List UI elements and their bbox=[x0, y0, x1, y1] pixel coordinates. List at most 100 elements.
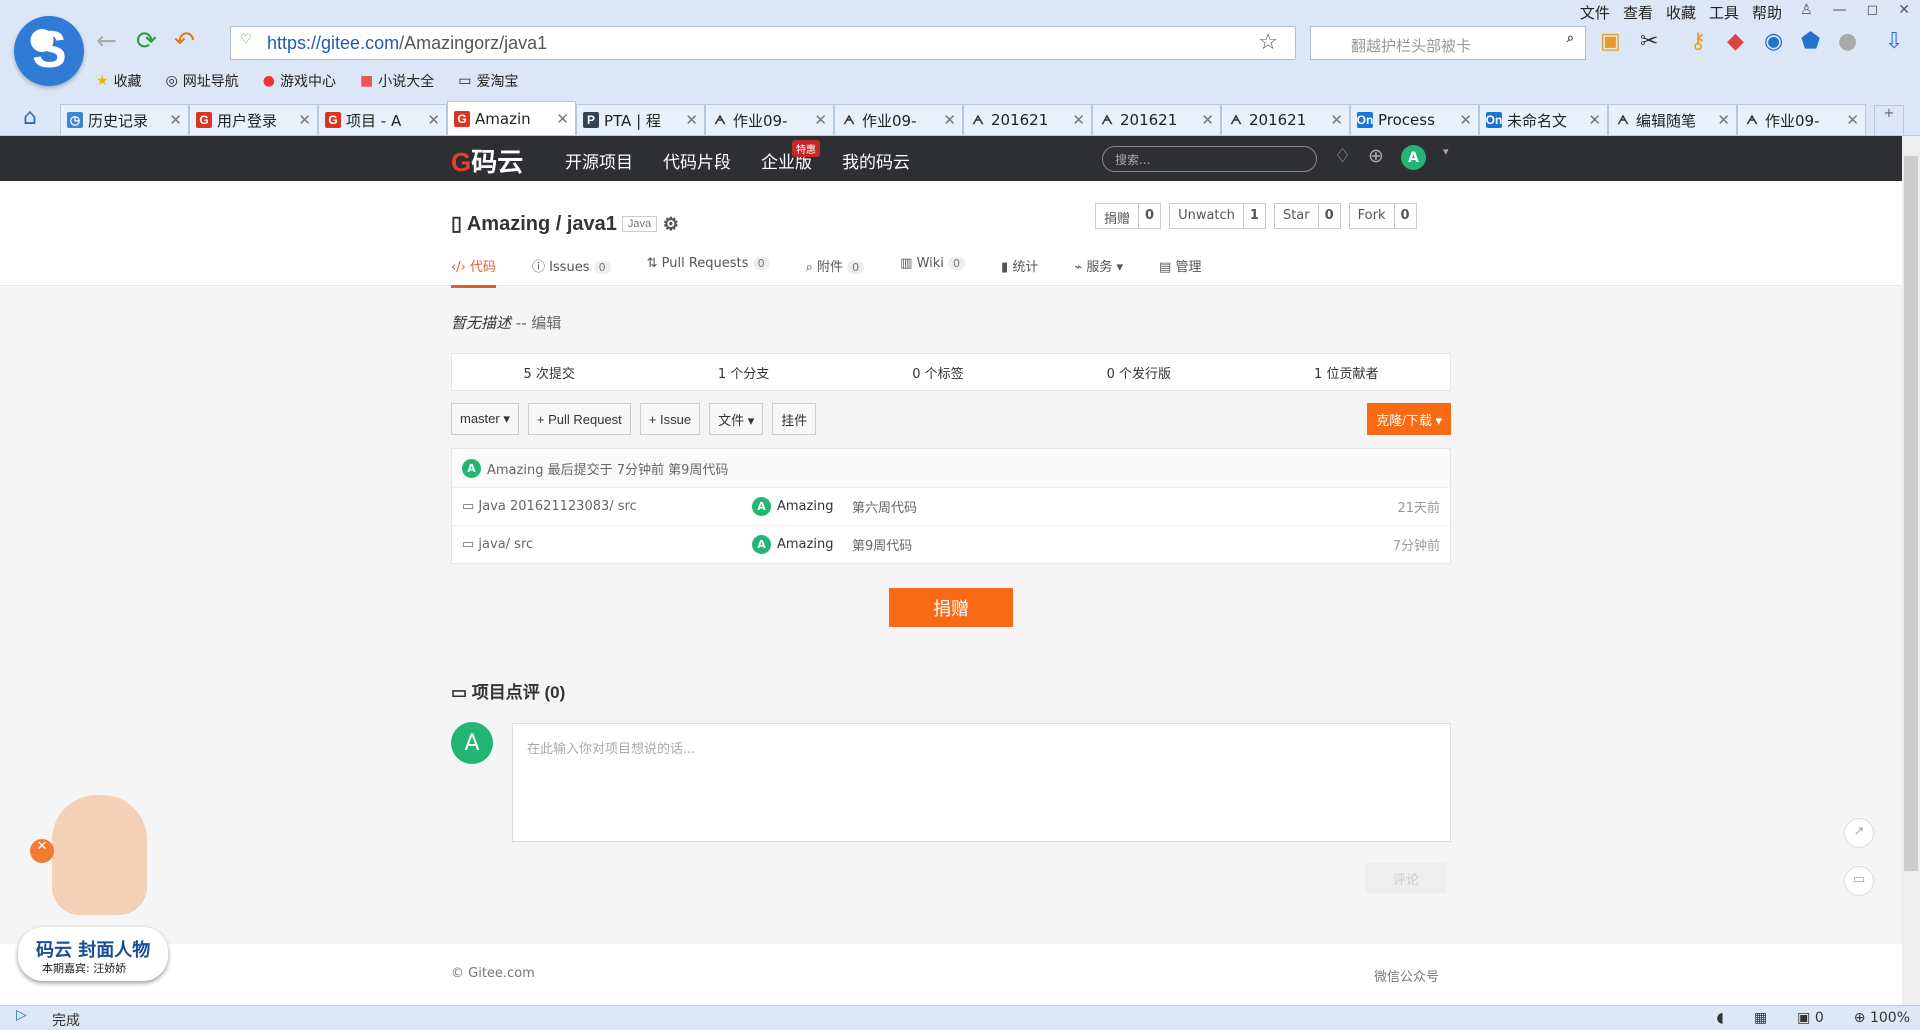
tab-close-icon[interactable]: ✕ bbox=[556, 110, 569, 128]
bookmark-favorites[interactable]: ★ 收藏 bbox=[96, 71, 142, 91]
star-button[interactable]: Star 0 bbox=[1273, 203, 1341, 229]
tab-close-icon[interactable]: ✕ bbox=[1717, 111, 1730, 129]
new-tab-button[interactable]: + bbox=[1874, 105, 1904, 135]
branch-selector[interactable]: master ▾ bbox=[451, 403, 519, 435]
star-icon[interactable]: ☆ bbox=[1258, 30, 1278, 55]
nav-open-source[interactable]: 开源项目 bbox=[565, 148, 633, 173]
key-icon[interactable]: ⚷ bbox=[1690, 29, 1706, 54]
menu-file[interactable]: 文件 bbox=[1580, 2, 1610, 23]
security-icon[interactable]: ▣ 0 bbox=[1797, 1010, 1824, 1026]
tab-pull-requests[interactable]: ⇅ Pull Requests 0 bbox=[647, 256, 770, 288]
table-row[interactable]: ▭ Java 201621123083/ src A Amazing 第六周代码 21天… bbox=[452, 487, 1450, 525]
comment-textarea[interactable]: 在此输入你对项目想说的话... bbox=[512, 723, 1451, 842]
tags-stat[interactable]: 0 个标签 bbox=[912, 363, 963, 382]
issue-button[interactable]: + Issue bbox=[639, 403, 701, 435]
tab-close-icon[interactable]: ✕ bbox=[298, 111, 311, 129]
close-icon[interactable]: ✕ bbox=[30, 839, 54, 863]
tab-homework-1[interactable]: ᗅ 作业09- ✕ bbox=[705, 104, 834, 135]
menu-tools[interactable]: 工具 bbox=[1709, 2, 1739, 23]
clip-icon[interactable]: ▣ bbox=[1600, 29, 1621, 54]
menu-help[interactable]: 帮助 bbox=[1752, 2, 1782, 23]
bookmark-novels[interactable]: ■ 小说大全 bbox=[360, 71, 434, 91]
scrollbar-thumb[interactable] bbox=[1904, 156, 1918, 871]
folder-name[interactable]: ▭ java/ src bbox=[462, 537, 752, 552]
tab-close-icon[interactable]: ✕ bbox=[1201, 111, 1214, 129]
unwatch-button[interactable]: Unwatch 1 bbox=[1169, 203, 1266, 229]
tab-untitled[interactable]: On 未命名文 ✕ bbox=[1479, 104, 1608, 135]
tab-homework-2[interactable]: ᗅ 作业09- ✕ bbox=[834, 104, 963, 135]
tab-code[interactable]: ‹/› 代码 bbox=[451, 256, 496, 288]
network-icon[interactable]: ▦ bbox=[1754, 1010, 1767, 1026]
undo-icon[interactable]: ↶ bbox=[174, 26, 195, 55]
branches-stat[interactable]: 1 个分支 bbox=[718, 363, 769, 382]
home-icon[interactable]: ⌂ bbox=[0, 101, 60, 135]
promo-widget[interactable]: ✕ 码云 封面人物 本期嘉宾: 汪娇娇 bbox=[12, 785, 172, 981]
back-icon[interactable]: ← bbox=[96, 26, 117, 55]
tab-pta[interactable]: P PTA | 程 ✕ bbox=[576, 104, 705, 135]
commit-message[interactable]: 第9周代码 bbox=[852, 535, 1393, 554]
folder-name[interactable]: ▭ Java 201621123083/ src bbox=[462, 499, 752, 514]
share-icon[interactable]: ↗ bbox=[1844, 818, 1874, 848]
bookmark-navigation[interactable]: ◎ 网址导航 bbox=[166, 71, 239, 91]
tab-close-icon[interactable]: ✕ bbox=[814, 111, 827, 129]
restore-icon[interactable]: ◻ bbox=[1867, 2, 1879, 18]
tab-login[interactable]: G 用户登录 ✕ bbox=[189, 104, 318, 135]
bell-icon[interactable]: ♢ bbox=[1334, 145, 1351, 170]
donate-button[interactable]: 捐赠 bbox=[889, 588, 1013, 627]
widget-button[interactable]: 挂件 bbox=[772, 403, 817, 435]
edit-description-link[interactable]: -- 编辑 bbox=[516, 314, 562, 332]
repo-name[interactable]: java1 bbox=[567, 213, 617, 235]
refresh-icon[interactable]: ⟳ bbox=[136, 26, 157, 55]
pull-request-button[interactable]: + Pull Request bbox=[527, 403, 631, 435]
page-scrollbar[interactable] bbox=[1902, 136, 1920, 1005]
download-icon[interactable]: ⇩ bbox=[1885, 29, 1903, 54]
contributors-stat[interactable]: 1 位贡献者 bbox=[1314, 363, 1378, 382]
sound-icon[interactable]: ◖ bbox=[1717, 1010, 1724, 1026]
gitee-logo[interactable]: G码云 bbox=[451, 142, 523, 179]
tab-manage[interactable]: ▤ 管理 bbox=[1159, 256, 1201, 288]
clone-download-button[interactable]: 克隆/下载 ▾ bbox=[1367, 403, 1451, 435]
tab-statistics[interactable]: ▮ 统计 bbox=[1001, 256, 1038, 288]
tab-201621-c[interactable]: ᗅ 201621 ✕ bbox=[1221, 104, 1350, 135]
plus-circle-icon[interactable]: ⊕ bbox=[1368, 145, 1384, 170]
search-icon[interactable]: ⌕ bbox=[1567, 31, 1574, 46]
tab-201621-a[interactable]: ᗅ 201621 ✕ bbox=[963, 104, 1092, 135]
menu-view[interactable]: 查看 bbox=[1623, 2, 1653, 23]
tab-close-icon[interactable]: ✕ bbox=[169, 111, 182, 129]
tab-project[interactable]: G 项目 - A ✕ bbox=[318, 104, 447, 135]
releases-stat[interactable]: 0 个发行版 bbox=[1107, 363, 1171, 382]
tab-edit-blog[interactable]: ᗅ 编辑随笔 ✕ bbox=[1608, 104, 1737, 135]
shield-icon[interactable]: ⬟ bbox=[1801, 29, 1820, 54]
tab-attachments[interactable]: ⌕ 附件 0 bbox=[806, 256, 865, 288]
tab-wiki[interactable]: ▥ Wiki 0 bbox=[900, 256, 966, 288]
commits-stat[interactable]: 5 次提交 bbox=[523, 363, 574, 382]
commit-message[interactable]: 第六周代码 bbox=[852, 497, 1397, 516]
comment-submit-button[interactable]: 评论 bbox=[1366, 863, 1446, 893]
chevron-down-icon[interactable]: ▾ bbox=[1443, 145, 1449, 170]
tab-close-icon[interactable]: ✕ bbox=[943, 111, 956, 129]
tab-close-icon[interactable]: ✕ bbox=[1588, 111, 1601, 129]
tab-close-icon[interactable]: ✕ bbox=[427, 111, 440, 129]
tab-amazing[interactable]: G Amazin ✕ bbox=[447, 101, 576, 135]
tab-issues[interactable]: ⓘ Issues 0 bbox=[532, 256, 611, 288]
scan-icon[interactable]: ◉ bbox=[1764, 29, 1783, 54]
fork-button[interactable]: Fork 0 bbox=[1348, 203, 1417, 229]
tab-close-icon[interactable]: ✕ bbox=[1072, 111, 1085, 129]
file-menu-button[interactable]: 文件 ▾ bbox=[709, 403, 764, 435]
repo-owner[interactable]: Amazing bbox=[467, 213, 550, 235]
tab-close-icon[interactable]: ✕ bbox=[1846, 111, 1859, 129]
tab-201621-b[interactable]: ᗅ 201621 ✕ bbox=[1092, 104, 1221, 135]
bookmark-taobao[interactable]: ▭ 爱淘宝 bbox=[458, 71, 518, 91]
bookmark-games[interactable]: ● 游戏中心 bbox=[263, 71, 336, 91]
browser-logo[interactable] bbox=[14, 16, 84, 86]
donate-action-button[interactable]: 捐赠 0 bbox=[1095, 203, 1162, 229]
tab-homework-3[interactable]: ᗅ 作业09- ✕ bbox=[1737, 104, 1866, 135]
tab-close-icon[interactable]: ✕ bbox=[1459, 111, 1472, 129]
user-avatar[interactable]: A bbox=[1400, 145, 1426, 170]
tab-process[interactable]: On Process ✕ bbox=[1350, 104, 1479, 135]
sidebar-toggle-icon[interactable]: ▷ bbox=[16, 1007, 27, 1023]
tab-services[interactable]: ⌁ 服务 ▾ bbox=[1074, 256, 1123, 288]
shopping-icon[interactable]: ◆ bbox=[1727, 29, 1744, 54]
nav-snippets[interactable]: 代码片段 bbox=[663, 148, 731, 173]
menu-favorites[interactable]: 收藏 bbox=[1666, 2, 1696, 23]
